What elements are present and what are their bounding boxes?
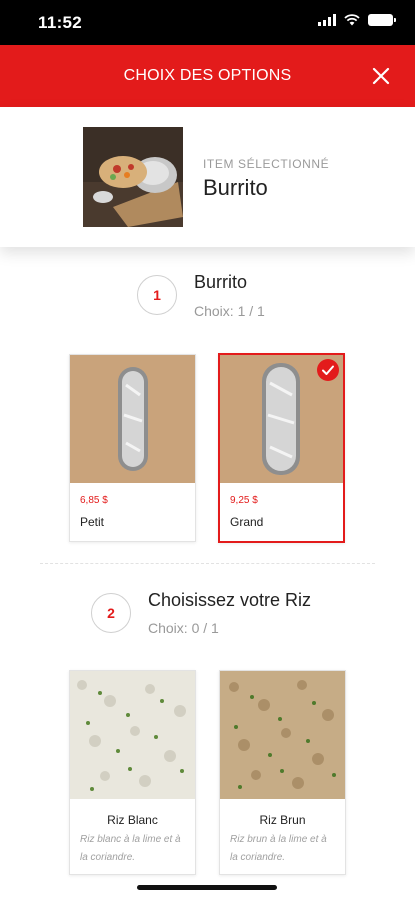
option-price: 9,25 $ [230, 495, 258, 506]
option-name: Petit [80, 515, 105, 529]
section-divider [40, 563, 375, 564]
option-name: Grand [230, 515, 264, 529]
selected-check-icon [317, 359, 339, 381]
brown-rice-image [220, 671, 345, 799]
battery-icon [368, 14, 396, 26]
selected-item-card: ITEM SÉLECTIONNÉ Burrito [0, 107, 415, 247]
close-button[interactable] [369, 64, 393, 88]
selected-item-caption: ITEM SÉLECTIONNÉ [203, 157, 330, 171]
selected-item-name: Burrito [203, 175, 268, 200]
selected-item-image [83, 127, 183, 227]
option-name: Riz Brun [259, 813, 306, 827]
status-bar: 11:52 [0, 0, 415, 45]
wifi-icon [344, 14, 360, 26]
close-icon [372, 67, 390, 85]
white-rice-image [70, 671, 195, 799]
section-2-subtitle: Choix: 0 / 1 [148, 620, 219, 636]
header-bar: CHOIX DES OPTIONS [0, 45, 415, 107]
option-card-riz-brun[interactable]: Riz Brun Riz brun à la lime et à la cori… [219, 670, 346, 875]
home-indicator[interactable] [137, 885, 277, 890]
option-card-grand[interactable]: 9,25 $ Grand [218, 353, 345, 543]
option-name: Riz Blanc [107, 813, 158, 827]
page-title: CHOIX DES OPTIONS [123, 67, 292, 84]
status-time: 11:52 [38, 13, 83, 32]
option-description: Riz brun à la lime et à la coriandre. [230, 834, 327, 863]
section-2-number: 2 [91, 593, 131, 633]
burrito-small-image [70, 355, 195, 483]
status-icons [318, 14, 396, 26]
section-1-number: 1 [137, 275, 177, 315]
signal-icon [318, 14, 336, 26]
section-2-title: Choisissez votre Riz [148, 590, 312, 610]
option-price: 6,85 $ [80, 495, 108, 506]
option-description: Riz blanc à la lime et à la coriandre. [80, 834, 181, 863]
option-card-riz-blanc[interactable]: Riz Blanc Riz blanc à la lime et à la co… [69, 670, 196, 875]
section-1-title: Burrito [194, 272, 248, 292]
section-1-subtitle: Choix: 1 / 1 [194, 303, 265, 319]
option-card-petit[interactable]: 6,85 $ Petit [69, 354, 196, 542]
